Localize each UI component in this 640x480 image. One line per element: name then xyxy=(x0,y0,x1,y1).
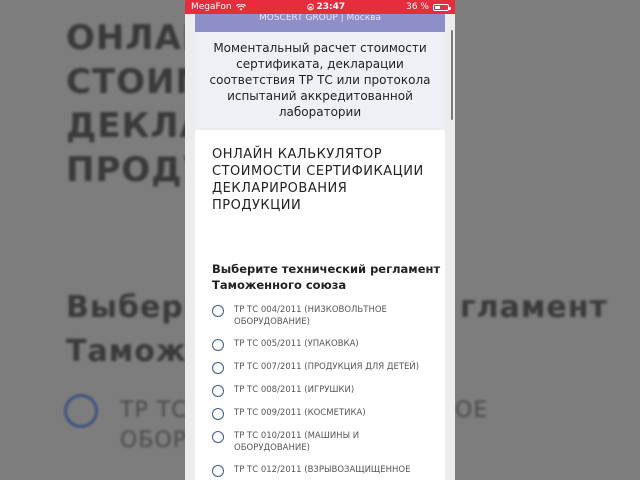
site-header[interactable]: MOSCERT GROUP | Москва xyxy=(195,14,445,32)
option-label: ТР ТС 010/2011 (МАШИНЫ И ОБОРУДОВАНИЕ) xyxy=(234,431,360,453)
battery-label: 36 % xyxy=(406,2,429,12)
option-label: ТР ТС 012/2011 (ВЗРЫВОЗАЩИЩЕННОЕ xyxy=(234,465,411,475)
regulation-option[interactable]: ТР ТС 012/2011 (ВЗРЫВОЗАЩИЩЕННОЕ xyxy=(212,464,437,477)
regulation-option[interactable]: ТР ТС 005/2011 (УПАКОВКА) xyxy=(212,338,437,351)
calculator-card: ОНЛАЙН КАЛЬКУЛЯТОР СТОИМОСТИ СЕРТИФИКАЦИ… xyxy=(195,130,445,480)
regulation-option[interactable]: ТР ТС 004/2011 (НИЗКОВОЛЬТНОЕ ОБОРУДОВАН… xyxy=(212,304,437,328)
header-text: MOSCERT GROUP | Москва xyxy=(258,14,382,23)
bg-radio-icon xyxy=(64,394,98,428)
option-label: ТР ТС 008/2011 (ИГРУШКИ) xyxy=(234,385,355,395)
promo-text: Моментальный расчет стоимости сертификат… xyxy=(209,41,431,119)
scrollbar[interactable] xyxy=(451,30,453,120)
regulation-question: Выберите технический регламент Таможенно… xyxy=(212,262,441,292)
regulation-option[interactable]: ТР ТС 010/2011 (МАШИНЫ И ОБОРУДОВАНИЕ) xyxy=(212,430,437,454)
regulation-option[interactable]: ТР ТС 008/2011 (ИГРУШКИ) xyxy=(212,384,437,397)
clock: 23:47 xyxy=(316,2,346,12)
radio-icon[interactable] xyxy=(212,339,224,351)
option-label: ТР ТС 007/2011 (ПРОДУКЦИЯ ДЛЯ ДЕТЕЙ) xyxy=(234,362,420,372)
regulation-option[interactable]: ТР ТС 009/2011 (КОСМЕТИКА) xyxy=(212,407,437,420)
phone-screen: MegaFon 23:47 36 % MOSCERT GROUP | Москв… xyxy=(185,0,455,480)
option-label: ТР ТС 005/2011 (УПАКОВКА) xyxy=(234,339,359,349)
rotation-lock-icon xyxy=(306,3,314,11)
option-label: ТР ТС 009/2011 (КОСМЕТИКА) xyxy=(234,408,366,418)
calculator-title: ОНЛАЙН КАЛЬКУЛЯТОР СТОИМОСТИ СЕРТИФИКАЦИ… xyxy=(212,147,424,213)
battery-icon xyxy=(432,3,451,11)
carrier-label: MegaFon xyxy=(191,2,232,12)
radio-icon[interactable] xyxy=(212,431,224,443)
radio-icon[interactable] xyxy=(212,362,224,374)
radio-icon[interactable] xyxy=(212,408,224,420)
bg-text: ОЕ xyxy=(455,398,489,423)
radio-icon[interactable] xyxy=(212,305,224,317)
wifi-icon xyxy=(235,3,246,10)
bg-text: ТР ТС xyxy=(120,398,188,423)
option-label: ТР ТС 004/2011 (НИЗКОВОЛЬТНОЕ ОБОРУДОВАН… xyxy=(234,305,387,327)
promo-banner: Моментальный расчет стоимости сертификат… xyxy=(195,32,445,128)
radio-icon[interactable] xyxy=(212,465,224,477)
regulation-options: ТР ТС 004/2011 (НИЗКОВОЛЬТНОЕ ОБОРУДОВАН… xyxy=(212,304,437,480)
status-bar: MegaFon 23:47 36 % xyxy=(185,0,455,14)
bg-text: гламент xyxy=(460,290,608,325)
radio-icon[interactable] xyxy=(212,385,224,397)
regulation-option[interactable]: ТР ТС 007/2011 (ПРОДУКЦИЯ ДЛЯ ДЕТЕЙ) xyxy=(212,361,437,374)
